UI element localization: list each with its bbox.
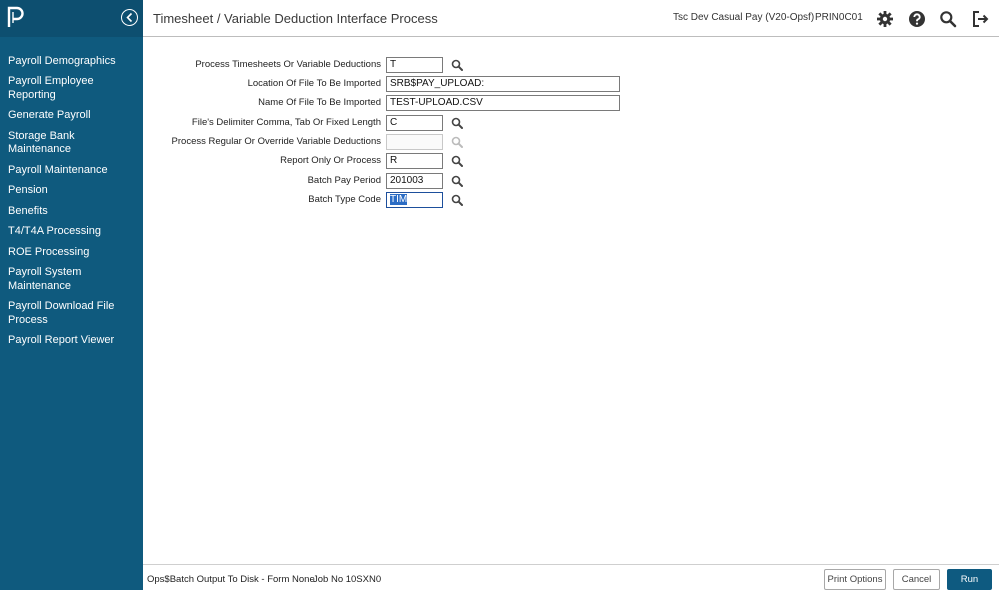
search-icon[interactable] (939, 10, 957, 28)
field-label: Report Only Or Process (280, 155, 381, 166)
form-row: Location Of File To Be Imported SRB$PAY_U… (143, 76, 743, 92)
field-value: T (390, 59, 397, 70)
form-label-wrap: Batch Pay Period (143, 173, 381, 189)
input-field[interactable] (386, 134, 443, 150)
field-value: 201003 (390, 175, 424, 186)
lookup-search-icon[interactable] (451, 194, 463, 206)
field-label: File's Delimiter Comma, Tab Or Fixed Len… (191, 117, 381, 128)
form-row: Batch Type Code TIM (143, 192, 743, 208)
sidebar-item-payroll-system-maintenance[interactable]: Payroll System Maintenance (0, 263, 143, 297)
field-label: Location Of File To Be Imported (247, 78, 381, 89)
form-row: Batch Pay Period 201003 (143, 173, 743, 189)
field-value: R (390, 155, 398, 166)
sidebar-item-benefits[interactable]: Benefits (0, 201, 143, 222)
lookup-search-icon[interactable] (451, 59, 463, 71)
input-field[interactable]: SRB$PAY_UPLOAD: (386, 76, 620, 92)
lookup-search-icon (451, 136, 463, 148)
batch-output-text: Ops$Batch Output To Disk - Form None (147, 574, 315, 585)
sidebar-item-roe-processing[interactable]: ROE Processing (0, 242, 143, 263)
sidebar-header (0, 0, 143, 37)
chevron-left-icon (126, 12, 133, 23)
sidebar-item-storage-bank-maintenance[interactable]: Storage Bank Maintenance (0, 126, 143, 160)
input-field[interactable]: TEST-UPLOAD.CSV (386, 95, 620, 111)
environment-label: Tsc Dev Casual Pay (V20-Opsf) (673, 12, 815, 23)
field-label: Batch Type Code (308, 194, 381, 205)
app-window: Payroll Demographics Payroll Employee Rep… (0, 0, 999, 590)
form-row: Report Only Or Process R (143, 153, 743, 169)
print-options-button[interactable]: Print Options (824, 569, 886, 590)
sidebar-item-payroll-report-viewer[interactable]: Payroll Report Viewer (0, 331, 143, 352)
collapse-sidebar-button[interactable] (121, 9, 138, 26)
sidebar-item-payroll-download-file-process[interactable]: Payroll Download File Process (0, 297, 143, 331)
logo-icon (7, 6, 24, 27)
form-label-wrap: Process Timesheets Or Variable Deduction… (143, 57, 381, 73)
form-row: Process Regular Or Override Variable Ded… (143, 134, 743, 150)
form-label-wrap: Report Only Or Process (143, 153, 381, 169)
field-value: C (390, 117, 398, 128)
footer-bar: Ops$Batch Output To Disk - Form None Job… (143, 564, 999, 590)
form-label-wrap: Batch Type Code (143, 192, 381, 208)
sidebar-item-payroll-demographics[interactable]: Payroll Demographics (0, 51, 143, 72)
input-field[interactable]: T (386, 57, 443, 73)
lookup-search-icon[interactable] (451, 117, 463, 129)
field-value: TIM (390, 194, 408, 205)
form-row: Process Timesheets Or Variable Deduction… (143, 57, 743, 73)
field-value: TEST-UPLOAD.CSV (390, 97, 483, 108)
page-title: Timesheet / Variable Deduction Interface… (153, 11, 438, 26)
lookup-search-icon[interactable] (451, 175, 463, 187)
field-label: Process Regular Or Override Variable Ded… (171, 136, 381, 147)
input-field[interactable]: 201003 (386, 173, 443, 189)
input-field[interactable]: C (386, 115, 443, 131)
sidebar: Payroll Demographics Payroll Employee Rep… (0, 0, 143, 590)
field-label: Name Of File To Be Imported (258, 97, 381, 108)
form-label-wrap: File's Delimiter Comma, Tab Or Fixed Len… (143, 115, 381, 131)
form-label-wrap: Location Of File To Be Imported (143, 76, 381, 92)
form-row: File's Delimiter Comma, Tab Or Fixed Len… (143, 115, 743, 131)
form-row: Name Of File To Be Imported TEST-UPLOAD.C… (143, 95, 743, 111)
cancel-button[interactable]: Cancel (893, 569, 940, 590)
program-code: PRIN0C01 (815, 12, 863, 23)
run-button[interactable]: Run (947, 569, 992, 590)
form-label-wrap: Name Of File To Be Imported (143, 95, 381, 111)
field-value: SRB$PAY_UPLOAD: (390, 78, 485, 89)
sidebar-item-payroll-employee-reporting[interactable]: Payroll Employee Reporting (0, 72, 143, 106)
top-header: Timesheet / Variable Deduction Interface… (143, 0, 999, 37)
sidebar-item-t4-t4a-processing[interactable]: T4/T4A Processing (0, 222, 143, 243)
logout-icon[interactable] (971, 10, 989, 28)
input-field[interactable]: R (386, 153, 443, 169)
job-number-text: Job No 10SXN0 (313, 574, 382, 585)
sidebar-item-payroll-maintenance[interactable]: Payroll Maintenance (0, 160, 143, 181)
input-field[interactable]: TIM (386, 192, 443, 208)
sidebar-nav: Payroll Demographics Payroll Employee Rep… (0, 51, 143, 351)
help-icon[interactable] (908, 10, 926, 28)
gear-icon[interactable] (876, 10, 894, 28)
form-label-wrap: Process Regular Or Override Variable Ded… (143, 134, 381, 150)
field-label: Batch Pay Period (307, 175, 381, 186)
lookup-search-icon[interactable] (451, 155, 463, 167)
field-label: Process Timesheets Or Variable Deduction… (195, 59, 381, 70)
sidebar-item-pension[interactable]: Pension (0, 181, 143, 202)
sidebar-item-generate-payroll[interactable]: Generate Payroll (0, 106, 143, 127)
